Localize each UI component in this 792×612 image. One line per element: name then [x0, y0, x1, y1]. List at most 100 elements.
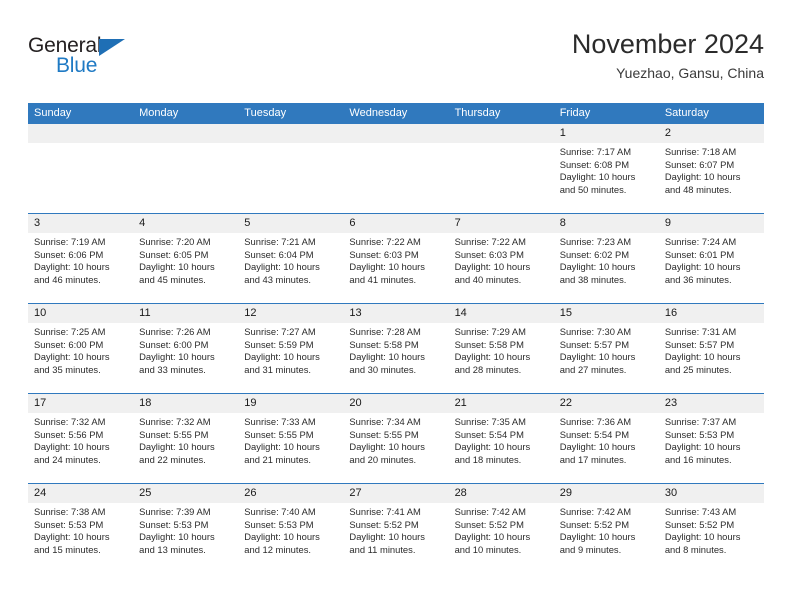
day-number[interactable]: 30: [659, 484, 764, 503]
day-cell[interactable]: Sunrise: 7:25 AM Sunset: 6:00 PM Daylight:…: [28, 323, 133, 393]
day-number[interactable]: 5: [238, 214, 343, 233]
day-number[interactable]: 16: [659, 304, 764, 323]
day-number[interactable]: 14: [449, 304, 554, 323]
day-cell[interactable]: Sunrise: 7:31 AM Sunset: 5:57 PM Daylight:…: [659, 323, 764, 393]
day-daylight-cont-text: and 18 minutes.: [454, 453, 522, 465]
day-daylight-cont-text: and 11 minutes.: [349, 543, 416, 555]
day-number[interactable]: 22: [554, 394, 659, 413]
week-date-band: 24 25 26 27 28 29 30: [28, 484, 764, 503]
day-sunrise-text: Sunrise: 7:18 AM: [664, 146, 737, 157]
day-number[interactable]: 9: [659, 214, 764, 233]
day-number[interactable]: 2: [659, 124, 764, 143]
day-number[interactable]: 23: [659, 394, 764, 413]
day-sunset-text: Sunset: 5:57 PM: [664, 338, 735, 350]
day-sunrise-text: Sunrise: 7:27 AM: [244, 326, 316, 337]
day-cell[interactable]: Sunrise: 7:30 AM Sunset: 5:57 PM Daylight:…: [554, 323, 659, 393]
day-number[interactable]: 29: [554, 484, 659, 503]
day-number[interactable]: 27: [343, 484, 448, 503]
day-number[interactable]: 4: [133, 214, 238, 233]
logo[interactable]: General Blue: [28, 34, 158, 82]
day-cell[interactable]: Sunrise: 7:28 AM Sunset: 5:58 PM Daylight:…: [343, 323, 448, 393]
day-cell[interactable]: Sunrise: 7:20 AM Sunset: 6:05 PM Daylight:…: [133, 233, 238, 303]
day-number[interactable]: 15: [554, 304, 659, 323]
week-row: 17 18 19 20 21 22 23 Sunrise: 7:32 AM Sunset: 5:…: [28, 393, 764, 483]
day-sunset-text: Sunset: 5:53 PM: [34, 518, 104, 530]
day-daylight-cont-text: and 13 minutes.: [139, 543, 206, 555]
day-number[interactable]: 18: [133, 394, 238, 413]
day-daylight-cont-text: and 38 minutes.: [559, 273, 627, 285]
day-cell[interactable]: Sunrise: 7:37 AM Sunset: 5:53 PM Daylight:…: [659, 413, 764, 483]
day-cell[interactable]: Sunrise: 7:18 AM Sunset: 6:07 PM Daylight:…: [659, 143, 764, 213]
day-cell[interactable]: Sunrise: 7:24 AM Sunset: 6:01 PM Daylight:…: [659, 233, 764, 303]
day-cell[interactable]: Sunrise: 7:42 AM Sunset: 5:52 PM Daylight:…: [449, 503, 554, 573]
day-cell[interactable]: Sunrise: 7:27 AM Sunset: 5:59 PM Daylight:…: [238, 323, 343, 393]
day-number[interactable]: 10: [28, 304, 133, 323]
day-daylight-text: Daylight: 10 hours: [454, 261, 531, 273]
day-number[interactable]: 7: [449, 214, 554, 233]
day-sunset-text: Sunset: 5:59 PM: [244, 338, 314, 350]
day-sunrise-text: Sunrise: 7:28 AM: [349, 326, 421, 337]
day-cell[interactable]: Sunrise: 7:40 AM Sunset: 5:53 PM Daylight:…: [238, 503, 343, 573]
day-number[interactable]: 6: [343, 214, 448, 233]
day-cell[interactable]: Sunrise: 7:38 AM Sunset: 5:53 PM Daylight:…: [28, 503, 133, 573]
day-cell[interactable]: Sunrise: 7:41 AM Sunset: 5:52 PM Daylight:…: [343, 503, 448, 573]
day-cell-empty: [343, 143, 448, 213]
week-date-band: 17 18 19 20 21 22 23: [28, 394, 764, 413]
day-number[interactable]: 11: [133, 304, 238, 323]
day-daylight-text: Daylight: 10 hours: [34, 261, 110, 273]
day-number[interactable]: 26: [238, 484, 343, 503]
week-body: Sunrise: 7:19 AM Sunset: 6:06 PM Daylight:…: [28, 233, 764, 303]
day-number[interactable]: 19: [238, 394, 343, 413]
day-cell[interactable]: Sunrise: 7:19 AM Sunset: 6:06 PM Daylight:…: [28, 233, 133, 303]
day-number[interactable]: 8: [554, 214, 659, 233]
day-cell[interactable]: Sunrise: 7:29 AM Sunset: 5:58 PM Daylight:…: [449, 323, 554, 393]
day-number[interactable]: 28: [449, 484, 554, 503]
day-cell[interactable]: Sunrise: 7:36 AM Sunset: 5:54 PM Daylight:…: [554, 413, 659, 483]
day-cell[interactable]: Sunrise: 7:35 AM Sunset: 5:54 PM Daylight:…: [449, 413, 554, 483]
day-cell[interactable]: Sunrise: 7:42 AM Sunset: 5:52 PM Daylight:…: [554, 503, 659, 573]
day-sunset-text: Sunset: 5:55 PM: [349, 428, 419, 440]
week-date-band: 12: [28, 124, 764, 143]
title-block: November 2024 Yuezhao, Gansu, China: [572, 28, 764, 83]
day-cell[interactable]: Sunrise: 7:43 AM Sunset: 5:52 PM Daylight:…: [659, 503, 764, 573]
day-cell[interactable]: Sunrise: 7:23 AM Sunset: 6:02 PM Daylight:…: [554, 233, 659, 303]
day-daylight-text: Daylight: 10 hours: [559, 171, 636, 183]
week-row: 24 25 26 27 28 29 30 Sunrise: 7:38 AM Sunset: 5:…: [28, 483, 764, 573]
day-daylight-text: Daylight: 10 hours: [244, 351, 320, 363]
day-number[interactable]: 21: [449, 394, 554, 413]
day-sunrise-text: Sunrise: 7:42 AM: [454, 506, 526, 517]
weekday-header-saturday: Saturday: [664, 107, 709, 119]
day-daylight-cont-text: and 35 minutes.: [34, 363, 101, 375]
day-daylight-cont-text: and 9 minutes.: [559, 543, 622, 555]
week-body: Sunrise: 7:32 AM Sunset: 5:56 PM Daylight:…: [28, 413, 764, 483]
day-number[interactable]: 17: [28, 394, 133, 413]
day-number[interactable]: 25: [133, 484, 238, 503]
day-number[interactable]: 20: [343, 394, 448, 413]
day-cell[interactable]: Sunrise: 7:17 AM Sunset: 6:08 PM Daylight:…: [554, 143, 659, 213]
day-sunset-text: Sunset: 5:52 PM: [664, 518, 735, 530]
day-cell[interactable]: Sunrise: 7:33 AM Sunset: 5:55 PM Daylight:…: [238, 413, 343, 483]
day-sunrise-text: Sunrise: 7:32 AM: [34, 416, 106, 427]
day-cell[interactable]: Sunrise: 7:32 AM Sunset: 5:56 PM Daylight:…: [28, 413, 133, 483]
weekday-header-tuesday: Tuesday: [244, 107, 287, 119]
day-cell[interactable]: Sunrise: 7:22 AM Sunset: 6:03 PM Daylight:…: [343, 233, 448, 303]
day-cell[interactable]: Sunrise: 7:22 AM Sunset: 6:03 PM Daylight:…: [449, 233, 554, 303]
day-daylight-cont-text: and 28 minutes.: [454, 363, 522, 375]
day-sunrise-text: Sunrise: 7:36 AM: [559, 416, 632, 427]
day-sunset-text: Sunset: 5:53 PM: [244, 518, 314, 530]
day-number[interactable]: 3: [28, 214, 133, 233]
day-number[interactable]: 13: [343, 304, 448, 323]
day-cell[interactable]: Sunrise: 7:32 AM Sunset: 5:55 PM Daylight:…: [133, 413, 238, 483]
day-sunrise-text: Sunrise: 7:26 AM: [139, 326, 211, 337]
day-number[interactable]: 1: [554, 124, 659, 143]
day-daylight-cont-text: and 36 minutes.: [664, 273, 732, 285]
day-cell[interactable]: Sunrise: 7:26 AM Sunset: 6:00 PM Daylight:…: [133, 323, 238, 393]
day-cell[interactable]: Sunrise: 7:21 AM Sunset: 6:04 PM Daylight:…: [238, 233, 343, 303]
day-sunrise-text: Sunrise: 7:22 AM: [454, 236, 526, 247]
day-number[interactable]: 24: [28, 484, 133, 503]
day-cell[interactable]: Sunrise: 7:34 AM Sunset: 5:55 PM Daylight:…: [343, 413, 448, 483]
day-cell[interactable]: Sunrise: 7:39 AM Sunset: 5:53 PM Daylight:…: [133, 503, 238, 573]
day-sunrise-text: Sunrise: 7:22 AM: [349, 236, 421, 247]
day-sunset-text: Sunset: 6:08 PM: [559, 158, 630, 170]
day-number[interactable]: 12: [238, 304, 343, 323]
